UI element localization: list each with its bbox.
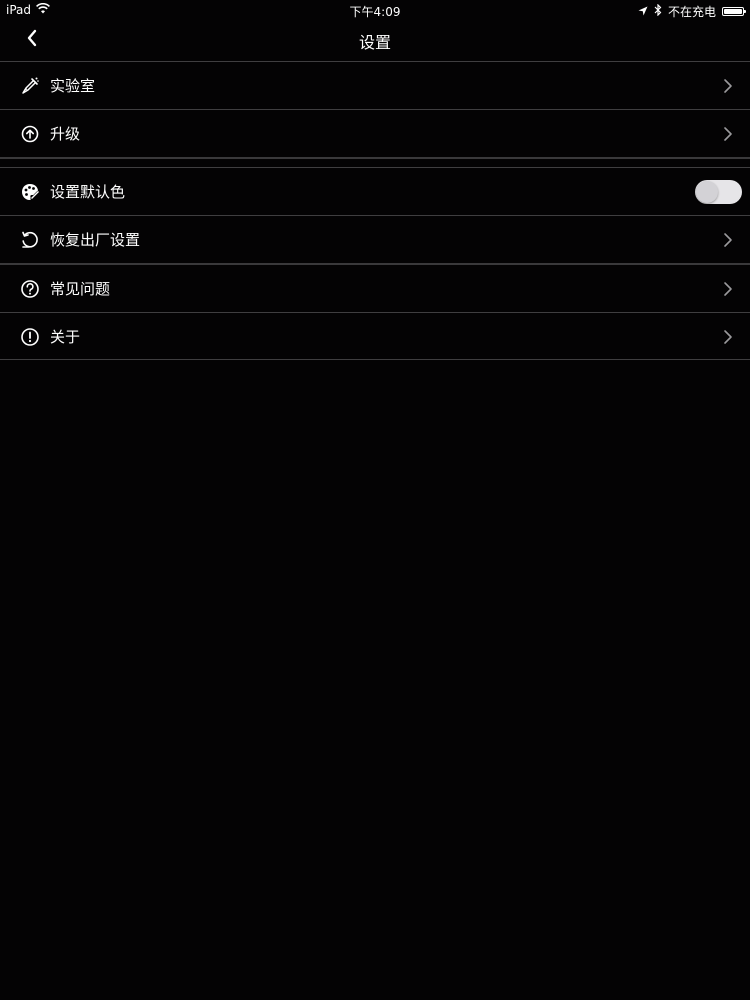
info-circle-icon — [20, 327, 40, 347]
settings-item-faq[interactable]: 常见问题 — [0, 265, 750, 312]
settings-item-label: 升级 — [50, 125, 81, 143]
charging-status: 不在充电 — [667, 5, 716, 19]
question-circle-icon — [20, 279, 40, 299]
settings-item-lab[interactable]: 实验室 — [0, 62, 750, 109]
battery-icon — [722, 7, 746, 16]
status-bar: iPad 下午4:09 不在充电 — [0, 0, 750, 20]
settings-item-factory-reset[interactable]: 恢复出厂设置 — [0, 216, 750, 263]
toggle-knob — [696, 181, 718, 203]
palette-icon — [20, 182, 40, 202]
settings-item-default-color: 设置默认色 — [0, 168, 750, 215]
navigation-bar: 设置 — [0, 20, 750, 61]
chevron-right-icon — [722, 232, 734, 248]
settings-item-label: 设置默认色 — [50, 183, 126, 201]
settings-item-label: 恢复出厂设置 — [50, 231, 141, 249]
flask-icon — [20, 76, 40, 96]
chevron-right-icon — [722, 78, 734, 94]
status-bar-right: 不在充电 — [638, 3, 746, 20]
chevron-right-icon — [722, 281, 734, 297]
settings-item-label: 实验室 — [50, 77, 96, 95]
page-title: 设置 — [358, 33, 391, 52]
chevron-right-icon — [722, 329, 734, 345]
location-icon — [638, 5, 648, 19]
battery-fill — [724, 9, 742, 14]
settings-item-label: 关于 — [50, 328, 81, 346]
reset-icon — [20, 230, 40, 250]
divider — [0, 157, 750, 159]
divider — [0, 359, 750, 360]
arrow-up-circle-icon — [20, 124, 40, 144]
settings-item-label: 常见问题 — [50, 280, 111, 298]
settings-item-upgrade[interactable]: 升级 — [0, 110, 750, 157]
bluetooth-icon — [654, 3, 662, 19]
default-color-toggle[interactable] — [695, 180, 742, 204]
chevron-right-icon — [722, 126, 734, 142]
settings-item-about[interactable]: 关于 — [0, 313, 750, 360]
